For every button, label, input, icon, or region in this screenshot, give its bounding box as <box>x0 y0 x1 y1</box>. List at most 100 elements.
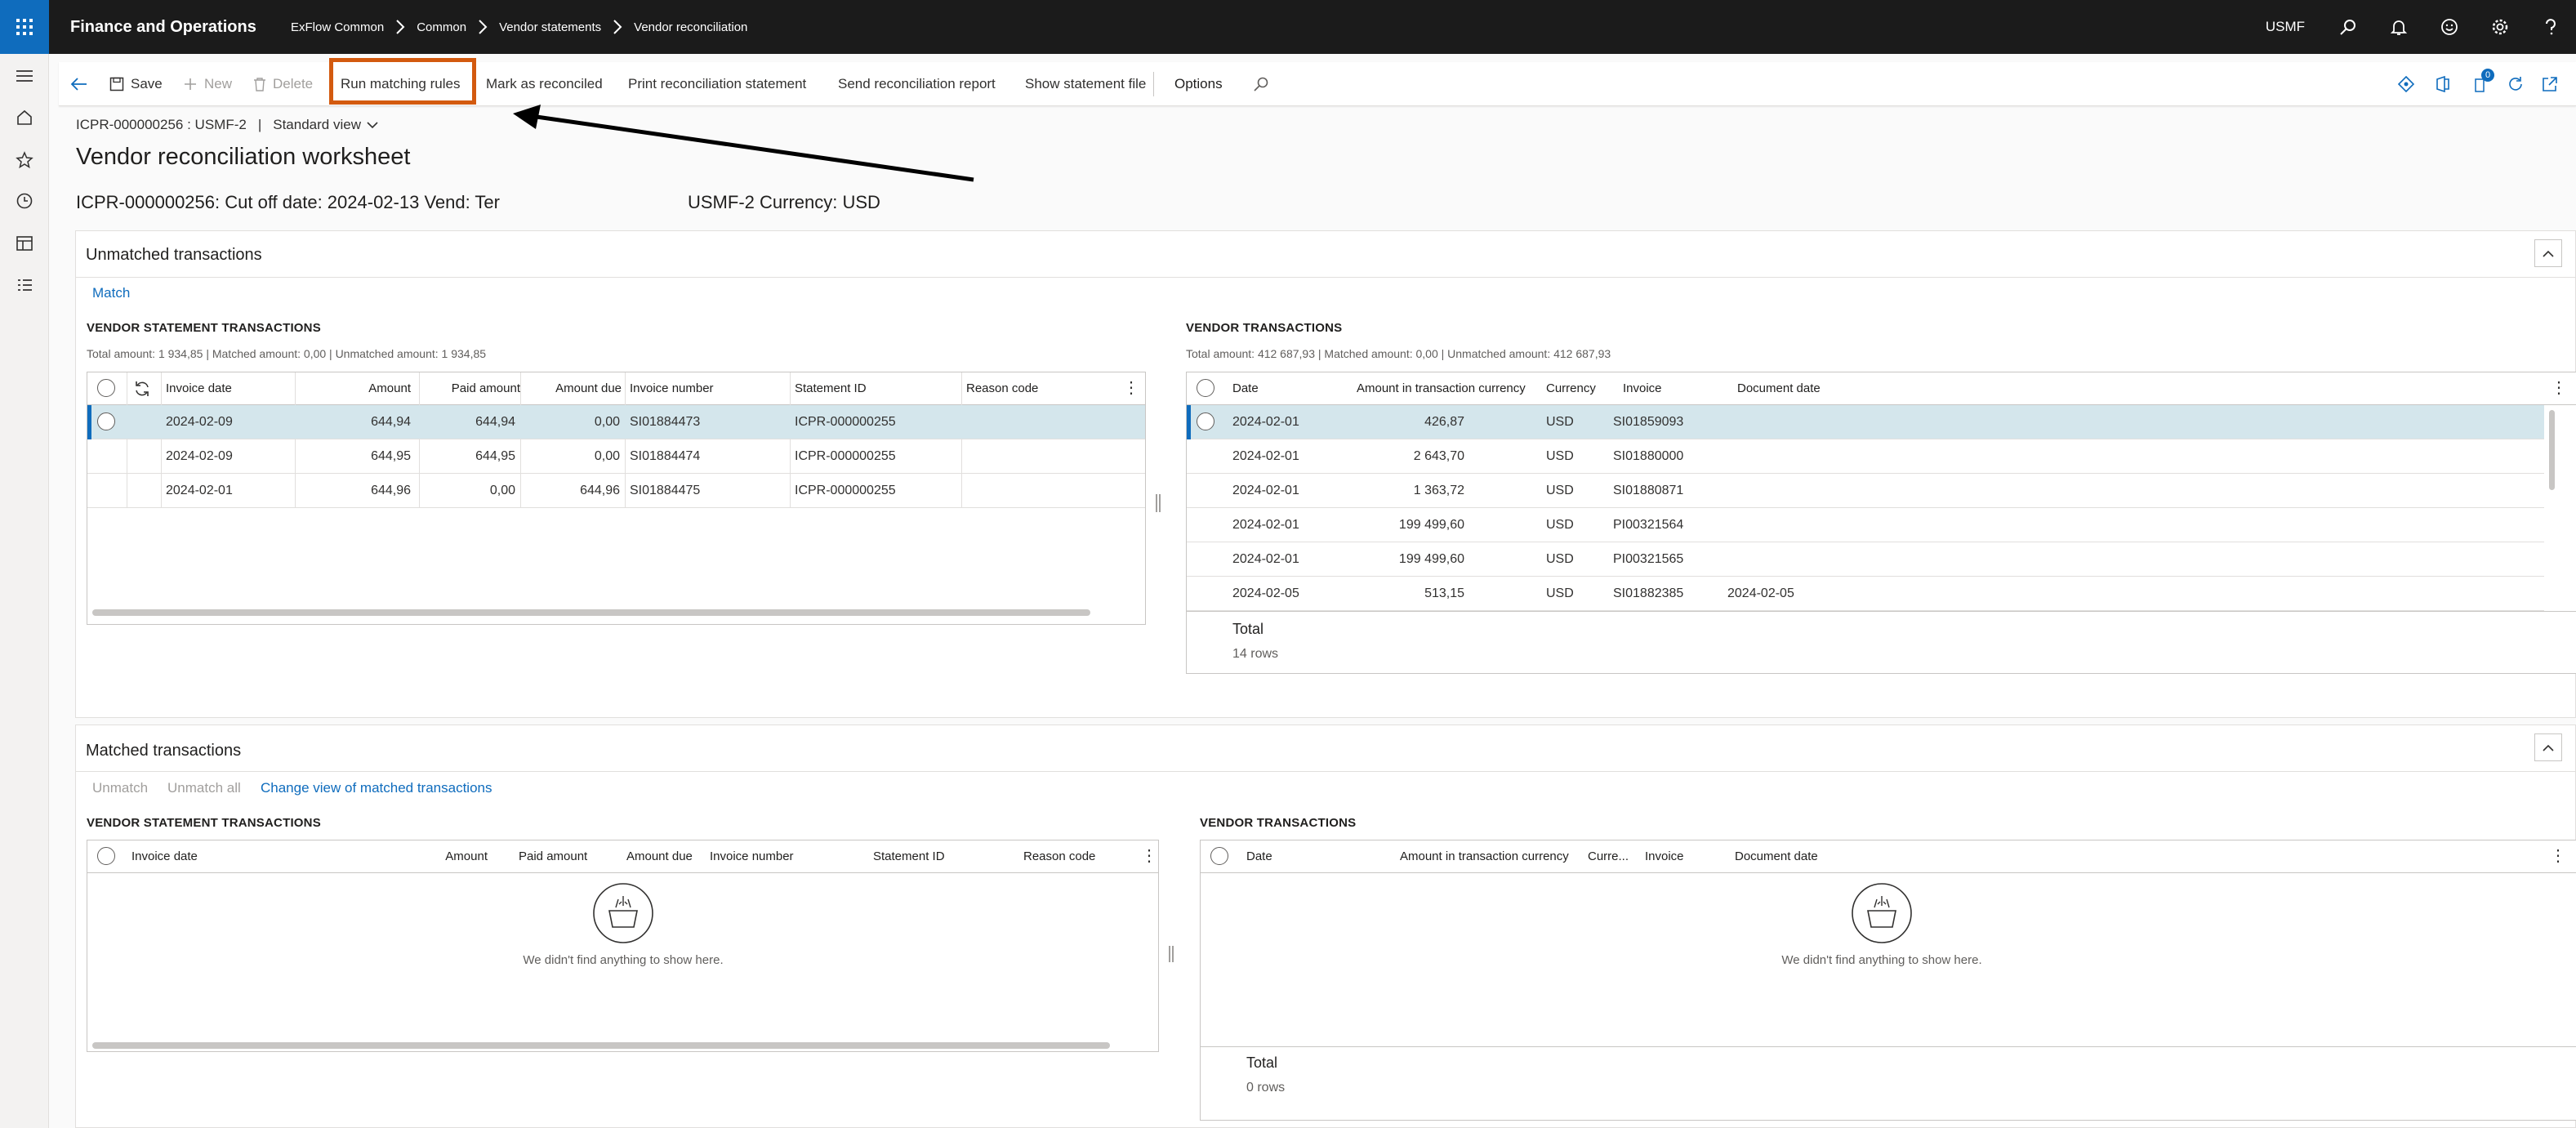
horizontal-scrollbar[interactable] <box>92 609 1090 616</box>
select-all-checkbox[interactable] <box>1210 847 1228 865</box>
more-options-icon[interactable]: ⋮ <box>1141 845 1157 866</box>
splitter-handle[interactable] <box>1169 946 1174 962</box>
collapse-unmatched-button[interactable] <box>2534 239 2562 267</box>
more-options-icon[interactable]: ⋮ <box>2551 377 2567 398</box>
cell-currency: USD <box>1546 484 1574 497</box>
column-header-amount-in-transaction-currency[interactable]: Amount in transaction currency <box>1400 840 1580 873</box>
modules-list-icon[interactable] <box>15 276 34 296</box>
column-header-invoice[interactable]: Invoice <box>1623 372 1729 405</box>
matched-statement-grid: Invoice date Amount Paid amount Amount d… <box>87 840 1159 1052</box>
cell-amount: 644,94 <box>371 415 411 429</box>
cell-paid-amount: 0,00 <box>489 484 515 497</box>
refresh-icon[interactable] <box>133 380 151 402</box>
statement-grid-title: VENDOR STATEMENT TRANSACTIONS <box>87 816 321 830</box>
cell-currency: USD <box>1546 552 1574 566</box>
column-header-amount-due[interactable]: Amount due <box>528 372 622 405</box>
cell-currency: USD <box>1546 586 1574 600</box>
vertical-scrollbar[interactable] <box>2549 410 2555 490</box>
column-header-document-date[interactable]: Document date <box>1735 840 1865 873</box>
column-header-amount[interactable]: Amount <box>295 372 411 405</box>
column-header-amount-in-transaction-currency[interactable]: Amount in transaction currency <box>1357 372 1536 405</box>
column-header-date[interactable]: Date <box>1246 840 1361 873</box>
column-header-invoice-date[interactable]: Invoice date <box>166 372 288 405</box>
cell-amount: 199 499,60 <box>1398 552 1464 566</box>
workspace-icon[interactable] <box>15 234 34 253</box>
column-header-amount-due[interactable]: Amount due <box>626 840 708 873</box>
statement-grid-title: VENDOR STATEMENT TRANSACTIONS <box>87 321 321 335</box>
column-header-reason-code[interactable]: Reason code <box>1023 840 1121 873</box>
table-row[interactable]: 2024-02-09 644,95 644,95 0,00 SI01884474… <box>87 439 1145 474</box>
empty-folder-icon <box>593 883 653 943</box>
statement-summary: Total amount: 1 934,85 | Matched amount:… <box>87 347 487 360</box>
total-label: Total <box>1232 621 1264 637</box>
cell-invoice: SI01859093 <box>1613 415 1684 429</box>
table-row[interactable]: 2024-02-01 199 499,60 USD PI00321565 <box>1187 542 2544 577</box>
column-header-currency[interactable]: Currency <box>1546 372 1611 405</box>
column-header-invoice-number[interactable]: Invoice number <box>630 372 785 405</box>
table-row[interactable]: 2024-02-01 644,96 0,00 644,96 SI01884475… <box>87 474 1145 508</box>
table-row[interactable]: 2024-02-01 1 363,72 USD SI01880871 <box>1187 474 2544 508</box>
column-header-statement-id[interactable]: Statement ID <box>873 840 987 873</box>
cell-invoice: SI01882385 <box>1613 586 1684 600</box>
column-header-statement-id[interactable]: Statement ID <box>795 372 958 405</box>
row-selection-indicator <box>1187 405 1191 439</box>
row-select-radio[interactable] <box>1197 412 1214 430</box>
cell-currency: USD <box>1546 518 1574 532</box>
table-row[interactable]: 2024-02-01 426,87 USD SI01859093 <box>1187 405 2544 439</box>
cell-amount-due: 0,00 <box>594 415 620 429</box>
column-header-reason-code[interactable]: Reason code <box>966 372 1064 405</box>
select-all-checkbox[interactable] <box>97 847 115 865</box>
view-selector[interactable]: Standard view <box>273 117 379 133</box>
more-options-icon[interactable]: ⋮ <box>2550 845 2566 866</box>
match-button[interactable]: Match <box>92 285 130 301</box>
cell-invoice-date: 2024-02-09 <box>166 415 233 429</box>
select-all-checkbox[interactable] <box>97 379 115 397</box>
empty-state: We didn't find anything to show here. <box>460 881 787 967</box>
column-header-invoice[interactable]: Invoice <box>1645 840 1710 873</box>
vendor-grid: Date Amount in transaction currency Curr… <box>1186 372 2576 674</box>
change-view-matched-button[interactable]: Change view of matched transactions <box>261 780 492 796</box>
column-header-date[interactable]: Date <box>1232 372 1347 405</box>
splitter-handle[interactable] <box>1156 494 1161 512</box>
cell-amount-due: 0,00 <box>594 449 620 463</box>
row-selection-indicator <box>87 405 91 439</box>
column-header-amount[interactable]: Amount <box>373 840 488 873</box>
grid-header: Invoice date Amount Paid amount Amount d… <box>87 372 1145 405</box>
unmatch-button[interactable]: Unmatch <box>92 780 148 796</box>
collapse-matched-button[interactable] <box>2534 733 2562 761</box>
unmatch-all-button[interactable]: Unmatch all <box>167 780 241 796</box>
column-header-paid-amount[interactable]: Paid amount <box>519 840 600 873</box>
cell-statement-id: ICPR-000000255 <box>795 415 896 429</box>
worksheet-caption-left: ICPR-000000256: Cut off date: 2024-02-13… <box>76 192 500 212</box>
column-header-invoice-date[interactable]: Invoice date <box>131 840 279 873</box>
table-row[interactable]: 2024-02-01 2 643,70 USD SI01880000 <box>1187 439 2544 474</box>
more-options-icon[interactable]: ⋮ <box>1123 377 1139 398</box>
table-row[interactable]: 2024-02-09 644,94 644,94 0,00 SI01884473… <box>87 405 1145 439</box>
cell-paid-amount: 644,95 <box>475 449 515 463</box>
cell-date: 2024-02-01 <box>1232 484 1299 497</box>
column-header-currency[interactable]: Curre... <box>1588 840 1638 873</box>
column-header-document-date[interactable]: Document date <box>1737 372 1868 405</box>
table-row[interactable]: 2024-02-05 513,15 USD SI01882385 2024-02… <box>1187 577 2544 611</box>
cell-date: 2024-02-01 <box>1232 518 1299 532</box>
cell-invoice-date: 2024-02-01 <box>166 484 233 497</box>
cell-amount-due: 644,96 <box>580 484 620 497</box>
view-label: Standard view <box>273 117 361 132</box>
grid-header: Invoice date Amount Paid amount Amount d… <box>87 840 1158 873</box>
cell-statement-id: ICPR-000000255 <box>795 449 896 463</box>
horizontal-scrollbar[interactable] <box>92 1042 1110 1049</box>
page-title: Vendor reconciliation worksheet <box>76 144 411 170</box>
column-header-paid-amount[interactable]: Paid amount <box>429 372 520 405</box>
chevron-up-icon <box>2543 744 2554 751</box>
divider <box>76 277 2575 278</box>
total-label: Total <box>1246 1054 1278 1071</box>
table-row[interactable]: 2024-02-01 199 499,60 USD PI00321564 <box>1187 508 2544 542</box>
record-identity: ICPR-000000256 : USMF-2 | Standard view <box>76 117 379 133</box>
cell-date: 2024-02-01 <box>1232 552 1299 566</box>
cell-currency: USD <box>1546 449 1574 463</box>
select-all-checkbox[interactable] <box>1197 379 1214 397</box>
cell-date: 2024-02-05 <box>1232 586 1299 600</box>
grid-header: Date Amount in transaction currency Curr… <box>1187 372 2576 405</box>
row-select-radio[interactable] <box>97 412 115 430</box>
column-header-invoice-number[interactable]: Invoice number <box>710 840 824 873</box>
